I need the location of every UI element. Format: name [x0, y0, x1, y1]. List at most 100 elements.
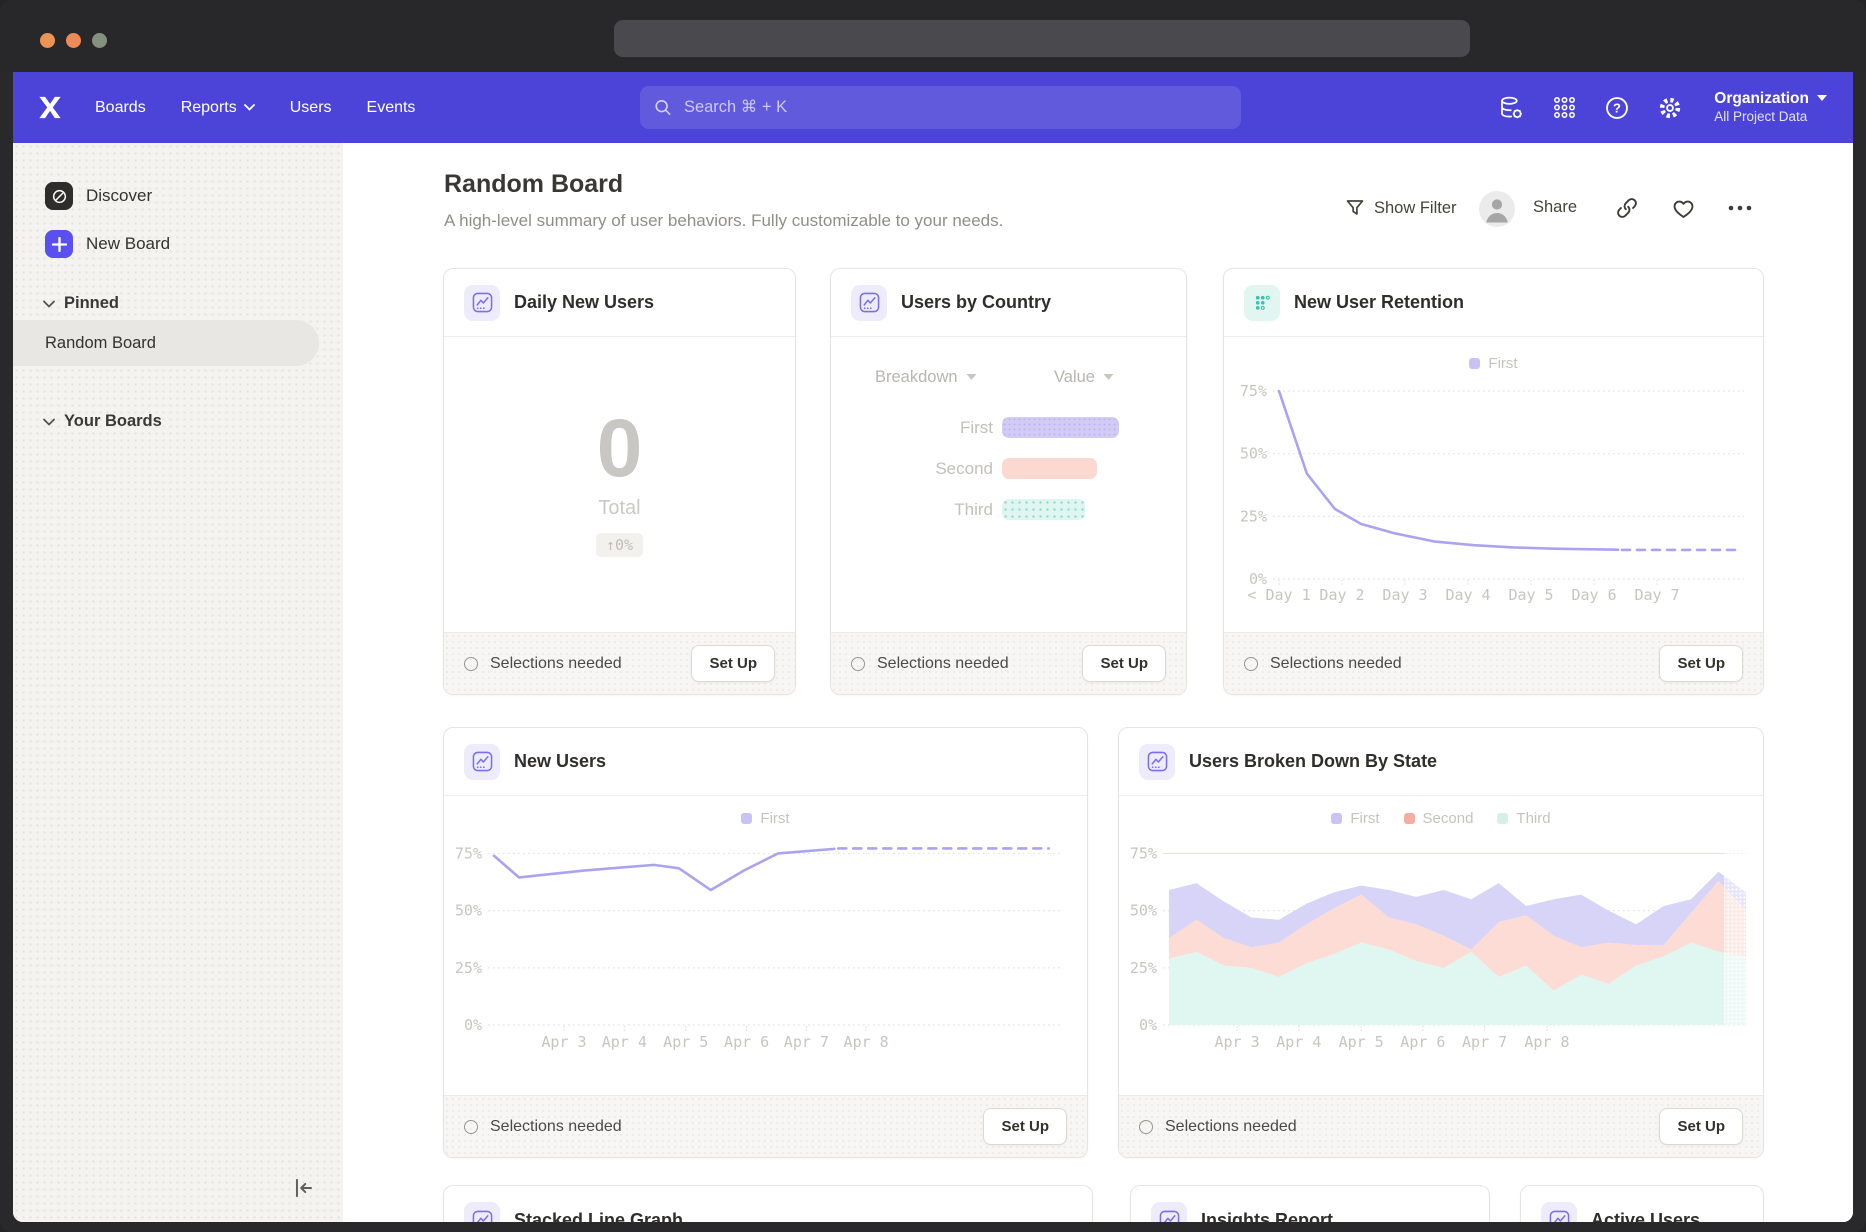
help-icon[interactable]: ?	[1604, 95, 1630, 121]
bar-first	[1002, 417, 1119, 438]
sidebar-item-new-board[interactable]: New Board	[45, 230, 170, 258]
caret-down-icon	[1817, 95, 1827, 102]
selection-radio-icon	[464, 657, 478, 671]
share-button[interactable]: Share	[1533, 198, 1577, 217]
selection-radio-icon	[464, 1120, 478, 1134]
metric-label: Total	[598, 497, 640, 520]
line-chart-icon	[851, 285, 887, 321]
card-title: Active Users	[1591, 1210, 1700, 1223]
svg-text:50%: 50%	[1240, 445, 1267, 463]
set-up-button[interactable]: Set Up	[1082, 645, 1166, 682]
navbar-right-cluster: ? Organization All Project Data	[1498, 72, 1827, 143]
svg-text:Day 2: Day 2	[1319, 586, 1364, 604]
sidebar-section-your-boards[interactable]: Your Boards	[43, 412, 162, 431]
sidebar-section-pinned[interactable]: Pinned	[43, 294, 119, 313]
selection-radio-icon	[851, 657, 865, 671]
chevron-down-icon	[43, 418, 55, 426]
apps-grid-icon[interactable]	[1551, 95, 1577, 121]
breakdown-select[interactable]: Breakdown	[875, 368, 977, 387]
metric-delta-badge: ↑0%	[596, 533, 643, 557]
set-up-button[interactable]: Set Up	[983, 1108, 1067, 1145]
svg-text:25%: 25%	[455, 959, 482, 977]
nav-items: Boards Reports Users Events	[95, 99, 415, 117]
card-header: Users Broken Down By State	[1119, 728, 1763, 796]
svg-text:75%: 75%	[1130, 844, 1157, 862]
set-up-button[interactable]: Set Up	[1659, 645, 1743, 682]
more-options-icon[interactable]	[1725, 199, 1755, 217]
avatar[interactable]	[1479, 191, 1515, 227]
svg-text:Apr 5: Apr 5	[1339, 1033, 1384, 1051]
set-up-button[interactable]: Set Up	[1659, 1108, 1743, 1145]
chevron-down-icon	[244, 104, 255, 111]
org-switcher[interactable]: Organization All Project Data	[1714, 89, 1827, 125]
line-chart-icon	[1151, 1202, 1187, 1222]
status-text: Selections needed	[1165, 1118, 1297, 1136]
svg-text:25%: 25%	[1240, 507, 1267, 525]
card-header: Users by Country	[831, 269, 1186, 337]
nav-item-boards[interactable]: Boards	[95, 99, 146, 117]
card-title: New User Retention	[1294, 292, 1464, 313]
card-users-by-country: Users by Country Breakdown Value First S…	[830, 268, 1187, 695]
svg-text:Day 3: Day 3	[1382, 586, 1427, 604]
sidebar-collapse-icon[interactable]	[291, 1175, 317, 1201]
card-header: Daily New Users	[444, 269, 795, 337]
search-input[interactable]	[682, 97, 1227, 118]
svg-text:0%: 0%	[464, 1016, 482, 1034]
page-subtitle: A high-level summary of user behaviors. …	[444, 211, 1003, 231]
show-filter-button[interactable]: Show Filter	[1345, 198, 1457, 218]
show-filter-label: Show Filter	[1374, 199, 1457, 218]
nav-item-users-label: Users	[290, 99, 332, 117]
card-header: Insights Report	[1131, 1186, 1489, 1222]
sidebar: Discover New Board Pinned Random Board Y…	[13, 143, 343, 1222]
svg-text:Day 5: Day 5	[1508, 586, 1553, 604]
traffic-light-close-button[interactable]	[40, 33, 55, 48]
mixpanel-logo-icon[interactable]	[38, 95, 62, 120]
card-insights-report: Insights Report	[1130, 1185, 1490, 1222]
browser-address-bar[interactable]	[614, 20, 1470, 57]
card-header: Active Users	[1521, 1186, 1763, 1222]
svg-text:Day 7: Day 7	[1634, 586, 1679, 604]
copy-link-icon[interactable]	[1615, 196, 1639, 220]
sidebar-random-board-label: Random Board	[45, 334, 156, 353]
nav-item-boards-label: Boards	[95, 99, 146, 117]
svg-text:Apr 7: Apr 7	[1462, 1033, 1507, 1051]
card-new-user-retention: New User Retention First 75%50%25%0%< Da…	[1223, 268, 1764, 695]
svg-text:Apr 6: Apr 6	[724, 1033, 769, 1051]
svg-text:75%: 75%	[1240, 382, 1267, 400]
nav-item-events[interactable]: Events	[367, 99, 416, 117]
nav-item-users[interactable]: Users	[290, 99, 332, 117]
window-titlebar	[0, 0, 1866, 72]
card-title: Insights Report	[1201, 1210, 1333, 1223]
settings-gear-icon[interactable]	[1657, 95, 1683, 121]
global-search[interactable]	[640, 86, 1241, 129]
svg-text:?: ?	[1613, 100, 1621, 115]
sidebar-new-board-label: New Board	[86, 234, 170, 254]
value-select[interactable]: Value	[1054, 368, 1114, 387]
sidebar-pinned-label: Pinned	[64, 294, 119, 313]
traffic-light-zoom-button[interactable]	[92, 33, 107, 48]
nav-item-reports[interactable]: Reports	[181, 99, 255, 117]
line-chart-icon	[464, 285, 500, 321]
traffic-light-minimize-button[interactable]	[66, 33, 81, 48]
bar-third	[1002, 499, 1085, 520]
card-users-by-state: Users Broken Down By State First Second …	[1118, 727, 1764, 1158]
data-management-icon[interactable]	[1498, 95, 1524, 121]
svg-text:Apr 7: Apr 7	[784, 1033, 829, 1051]
set-up-button[interactable]: Set Up	[691, 645, 775, 682]
line-chart-icon	[464, 1202, 500, 1222]
svg-text:Day 6: Day 6	[1571, 586, 1616, 604]
org-scope: All Project Data	[1714, 109, 1809, 126]
sidebar-item-random-board[interactable]: Random Board	[13, 320, 319, 366]
favorite-heart-icon[interactable]	[1671, 196, 1696, 221]
selection-radio-icon	[1139, 1120, 1153, 1134]
svg-text:75%: 75%	[455, 844, 482, 862]
value-select-label: Value	[1054, 368, 1095, 387]
chevron-down-icon	[43, 300, 55, 308]
sidebar-item-discover[interactable]: Discover	[45, 182, 152, 210]
metric-value: 0	[597, 412, 643, 486]
svg-text:Apr 3: Apr 3	[1215, 1033, 1260, 1051]
filter-funnel-icon	[1345, 198, 1365, 218]
by-state-chart: 75%50%25%0%Apr 3Apr 4Apr 5Apr 6Apr 7Apr …	[1119, 796, 1765, 1096]
card-daily-new-users: Daily New Users 0 Total ↑0% Selections n…	[443, 268, 796, 695]
nav-item-events-label: Events	[367, 99, 416, 117]
